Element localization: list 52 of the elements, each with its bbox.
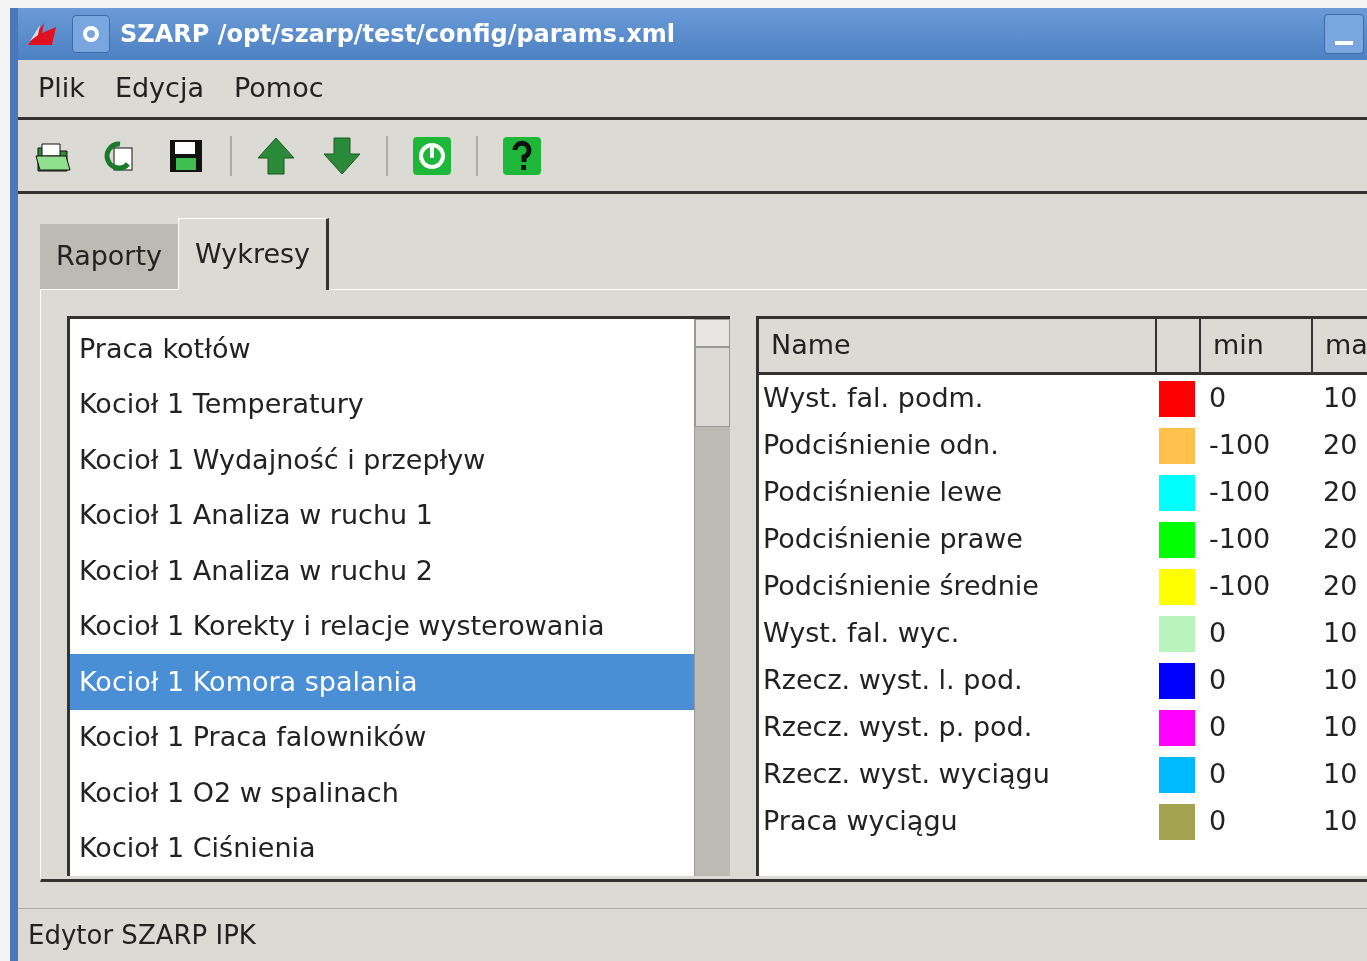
table-cell-text: Podciśnienie lewe bbox=[762, 475, 1004, 510]
list-item[interactable]: Kocioł 1 Analiza w ruchu 2 bbox=[70, 543, 694, 599]
table-cell-text: Praca wyciągu bbox=[762, 804, 959, 839]
table-cell-text: 0 bbox=[1208, 663, 1228, 698]
list-item[interactable]: Praca kotłów bbox=[70, 321, 694, 377]
status-text: Edytor SZARP IPK bbox=[28, 918, 256, 952]
table-cell-text: Podciśnienie średnie bbox=[762, 569, 1040, 604]
table-cell-text: Rzecz. wyst. p. pod. bbox=[762, 710, 1034, 745]
table-cell-text: 0 bbox=[1208, 757, 1228, 792]
table-cell-text: 20 bbox=[1322, 522, 1358, 557]
table-cell-text: -100 bbox=[1208, 428, 1272, 463]
table-cell-text: 0 bbox=[1208, 804, 1228, 839]
list-item[interactable]: Kocioł 1 Praca falowników bbox=[70, 709, 694, 765]
list-item[interactable]: Kocioł 1 Korekty i relacje wysterowania bbox=[70, 598, 694, 654]
window-title: SZARP /opt/szarp/test/config/params.xml bbox=[120, 19, 675, 50]
table-cell-text: 10 bbox=[1322, 757, 1358, 792]
table-cell-text: 10 bbox=[1322, 381, 1358, 416]
table-cell-text: 0 bbox=[1208, 710, 1228, 745]
list-item[interactable]: Kocioł 1 Temperatury bbox=[70, 376, 694, 432]
table-cell-text: 20 bbox=[1322, 569, 1358, 604]
table-cell-text: 10 bbox=[1322, 616, 1358, 651]
table-cell-text: Wyst. fal. wyc. bbox=[762, 616, 961, 651]
list-item[interactable]: Kocioł 1 Analiza w ruchu 1 bbox=[70, 487, 694, 543]
menu-item[interactable]: Plik bbox=[38, 68, 85, 109]
table-cell-text: Podciśnienie prawe bbox=[762, 522, 1024, 557]
tab[interactable]: Raporty bbox=[40, 224, 179, 290]
window-menu-button[interactable] bbox=[72, 15, 110, 53]
table-cell-text: Rzecz. wyst. wyciągu bbox=[762, 757, 1051, 792]
list-item[interactable]: Kocioł 1 Ciśnienia bbox=[70, 820, 694, 876]
list-item[interactable]: Kocioł 1 Wydajność i przepływ bbox=[70, 432, 694, 488]
table-cell-text: 10 bbox=[1322, 710, 1358, 745]
table-cell-text: Rzecz. wyst. l. pod. bbox=[762, 663, 1024, 698]
list-item[interactable]: Kocioł 1 O2 w spalinach bbox=[70, 765, 694, 821]
column-header[interactable]: min bbox=[1201, 319, 1313, 372]
table-cell-text: 20 bbox=[1322, 428, 1358, 463]
table-cell-text: 0 bbox=[1208, 616, 1228, 651]
table-cell-text: 0 bbox=[1208, 381, 1228, 416]
table-cell-text: -100 bbox=[1208, 569, 1272, 604]
table-cell-text: 10 bbox=[1322, 663, 1358, 698]
menu-item[interactable]: Pomoc bbox=[234, 68, 324, 109]
scrollbar[interactable] bbox=[694, 319, 730, 876]
column-header[interactable]: ma bbox=[1313, 319, 1367, 372]
minimize-button[interactable] bbox=[1323, 14, 1364, 54]
column-header[interactable]: Name bbox=[759, 319, 1157, 372]
table-cell-text: 20 bbox=[1322, 475, 1358, 510]
table-cell-text: Podciśnienie odn. bbox=[762, 428, 1000, 463]
menu-item[interactable]: Edycja bbox=[114, 68, 204, 109]
table-cell-text: 10 bbox=[1322, 804, 1358, 839]
table-cell-text: -100 bbox=[1208, 475, 1272, 510]
table-cell-text: -100 bbox=[1208, 522, 1272, 557]
table-cell-text: Wyst. fal. podm. bbox=[762, 381, 985, 416]
tab[interactable]: Wykresy bbox=[178, 218, 330, 290]
